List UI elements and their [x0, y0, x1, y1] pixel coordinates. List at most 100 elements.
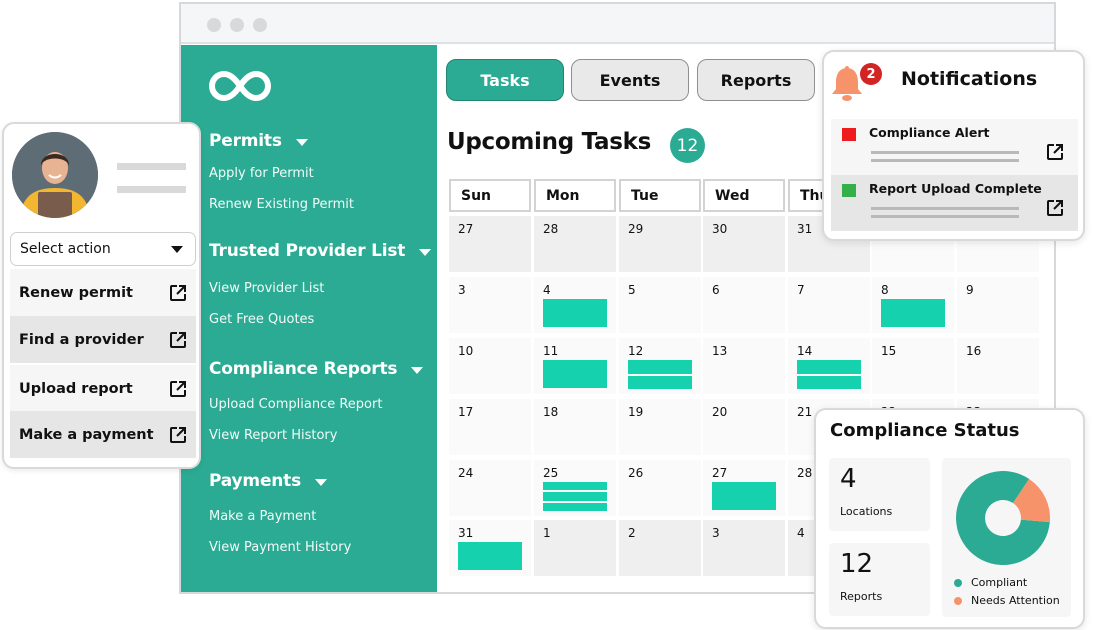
calendar-day[interactable]: 18	[534, 399, 616, 455]
day-number: 26	[628, 466, 644, 480]
calendar-day[interactable]: 5	[619, 277, 701, 333]
calendar-day[interactable]: 19	[619, 399, 701, 455]
calendar-day[interactable]: 14	[788, 338, 870, 394]
calendar-day[interactable]: 3	[449, 277, 531, 333]
legend-label: Needs Attention	[971, 594, 1060, 607]
task-count-badge: 12	[670, 128, 705, 163]
action-find-provider[interactable]: Find a provider	[10, 316, 196, 363]
task-bar[interactable]	[543, 299, 607, 327]
sidebar-link-renew-permit[interactable]: Renew Existing Permit	[209, 197, 354, 212]
action-label: Find a provider	[19, 331, 144, 348]
day-number: 10	[458, 344, 474, 358]
placeholder-line	[871, 207, 1019, 210]
action-renew-permit[interactable]: Renew permit	[10, 269, 196, 316]
compliance-status-card: Compliance Status 4 Locations 12 Reports…	[814, 408, 1085, 629]
day-number: 24	[458, 466, 474, 480]
task-bar[interactable]	[628, 360, 692, 374]
task-bar[interactable]	[881, 299, 945, 327]
day-number: 19	[628, 405, 644, 419]
task-bar[interactable]	[628, 375, 692, 389]
external-link-icon	[170, 381, 186, 397]
task-bar[interactable]	[712, 482, 776, 510]
stat-label: Locations	[840, 505, 893, 518]
calendar-day[interactable]: 12	[619, 338, 701, 394]
sidebar-section-label: Compliance Reports	[209, 359, 398, 379]
day-number: 14	[797, 344, 813, 358]
sidebar-link-upload-report[interactable]: Upload Compliance Report	[209, 397, 382, 412]
avatar[interactable]	[12, 132, 98, 218]
tab-events[interactable]: Events	[571, 59, 689, 101]
action-make-payment[interactable]: Make a payment	[10, 411, 196, 458]
sidebar-link-payment-history[interactable]: View Payment History	[209, 540, 351, 555]
sidebar-link-view-providers[interactable]: View Provider List	[209, 281, 324, 296]
legend-dot-icon	[954, 578, 962, 587]
tab-tasks[interactable]: Tasks	[446, 59, 564, 101]
calendar-day[interactable]: 16	[957, 338, 1039, 394]
notification-report-upload[interactable]: Report Upload Complete	[831, 175, 1078, 231]
action-select[interactable]: Select action	[10, 232, 196, 266]
sidebar-section-label: Trusted Provider List	[209, 241, 406, 261]
day-number: 1	[543, 526, 551, 540]
day-number: 13	[712, 344, 728, 358]
action-upload-report[interactable]: Upload report	[10, 365, 196, 412]
calendar-day[interactable]: 1	[534, 520, 616, 576]
user-photo-icon	[12, 132, 98, 218]
calendar-day[interactable]: 29	[619, 216, 701, 272]
calendar-day[interactable]: 11	[534, 338, 616, 394]
sidebar-link-free-quotes[interactable]: Get Free Quotes	[209, 312, 314, 327]
calendar-day[interactable]: 24	[449, 460, 531, 516]
calendar-day[interactable]: 2	[619, 520, 701, 576]
day-number: 4	[543, 283, 551, 297]
task-bar[interactable]	[458, 542, 522, 570]
external-link-icon	[1047, 200, 1063, 216]
sidebar-section-label: Permits	[209, 131, 282, 151]
external-link-icon	[1047, 144, 1063, 160]
calendar-day[interactable]: 4	[534, 277, 616, 333]
calendar-day[interactable]: 31	[449, 520, 531, 576]
day-number: 30	[712, 222, 728, 236]
sidebar-section-compliance-reports[interactable]: Compliance Reports	[209, 359, 424, 379]
calendar-day[interactable]: 27	[449, 216, 531, 272]
task-bar[interactable]	[543, 502, 607, 511]
action-label: Upload report	[19, 380, 133, 397]
calendar-day[interactable]: 9	[957, 277, 1039, 333]
stat-locations: 4 Locations	[829, 458, 930, 531]
calendar-day[interactable]: 30	[703, 216, 785, 272]
calendar-day[interactable]: 28	[534, 216, 616, 272]
action-select-value: Select action	[20, 241, 111, 257]
sidebar-link-report-history[interactable]: View Report History	[209, 428, 337, 443]
day-number: 27	[712, 466, 728, 480]
external-link-icon	[170, 285, 186, 301]
sidebar-link-apply-permit[interactable]: Apply for Permit	[209, 166, 314, 181]
calendar-day[interactable]: 25	[534, 460, 616, 516]
calendar-day[interactable]: 6	[703, 277, 785, 333]
calendar-day[interactable]: 26	[619, 460, 701, 516]
legend-label: Compliant	[971, 576, 1028, 589]
calendar-day[interactable]: 17	[449, 399, 531, 455]
calendar-day[interactable]: 13	[703, 338, 785, 394]
calendar-day[interactable]: 20	[703, 399, 785, 455]
sidebar-section-payments[interactable]: Payments	[209, 471, 328, 491]
infinity-icon[interactable]	[209, 69, 271, 103]
sidebar-section-permits[interactable]: Permits	[209, 131, 308, 151]
calendar-day[interactable]: 3	[703, 520, 785, 576]
task-bar[interactable]	[543, 360, 607, 388]
task-bar[interactable]	[543, 482, 607, 491]
calendar-day[interactable]: 7	[788, 277, 870, 333]
sidebar-link-make-payment[interactable]: Make a Payment	[209, 509, 316, 524]
placeholder-line	[871, 159, 1019, 162]
task-bar[interactable]	[543, 492, 607, 501]
calendar-day[interactable]: 15	[872, 338, 954, 394]
task-bar[interactable]	[797, 360, 861, 374]
calendar-day[interactable]: 27	[703, 460, 785, 516]
sidebar-section-providers[interactable]: Trusted Provider List	[209, 241, 432, 261]
chevron-down-icon	[171, 246, 183, 253]
task-bar[interactable]	[797, 375, 861, 389]
calendar-day[interactable]: 8	[872, 277, 954, 333]
notification-compliance-alert[interactable]: Compliance Alert	[831, 119, 1078, 175]
tab-reports[interactable]: Reports	[697, 59, 815, 101]
day-number: 20	[712, 405, 728, 419]
calendar-day[interactable]: 10	[449, 338, 531, 394]
notification-count-badge: 2	[860, 63, 882, 85]
day-number: 15	[881, 344, 897, 358]
